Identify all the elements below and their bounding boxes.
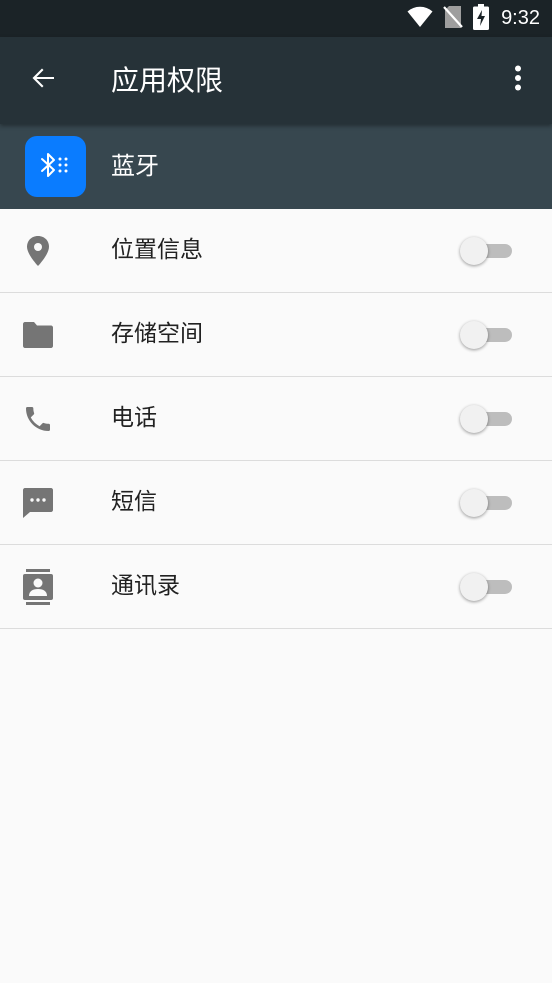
- permission-label: 位置信息: [111, 237, 203, 263]
- phone-toggle[interactable]: [460, 405, 512, 433]
- permission-label: 存储空间: [111, 321, 203, 347]
- sms-toggle[interactable]: [460, 489, 512, 517]
- page-title: 应用权限: [111, 64, 224, 97]
- more-vert-icon: [514, 65, 522, 95]
- permission-label: 通讯录: [111, 573, 180, 599]
- bluetooth-icon: [38, 150, 74, 184]
- permission-row-location[interactable]: 位置信息: [0, 209, 552, 293]
- location-toggle[interactable]: [460, 237, 512, 265]
- storage-toggle[interactable]: [460, 321, 512, 349]
- permission-label: 短信: [111, 489, 157, 515]
- toggle-thumb: [460, 489, 488, 517]
- contacts-toggle[interactable]: [460, 573, 512, 601]
- toggle-thumb: [460, 405, 488, 433]
- wifi-icon: [407, 6, 433, 32]
- phone-icon: [20, 401, 56, 437]
- status-icons: 9:32: [407, 0, 540, 37]
- permission-row-sms[interactable]: 短信: [0, 461, 552, 545]
- status-time: 9:32: [501, 7, 540, 29]
- message-icon: [20, 485, 56, 521]
- permission-row-contacts[interactable]: 通讯录: [0, 545, 552, 629]
- permission-row-storage[interactable]: 存储空间: [0, 293, 552, 377]
- no-sim-icon: [443, 5, 463, 33]
- contacts-icon: [20, 569, 56, 605]
- app-name: 蓝牙: [111, 152, 159, 180]
- toggle-thumb: [460, 573, 488, 601]
- app-icon: [25, 136, 86, 197]
- more-options-button[interactable]: [500, 57, 536, 103]
- toggle-thumb: [460, 237, 488, 265]
- app-header: 蓝牙: [0, 124, 552, 209]
- permission-list: 位置信息 存储空间 电话 短信 通讯录: [0, 209, 552, 629]
- toggle-thumb: [460, 321, 488, 349]
- permission-row-phone[interactable]: 电话: [0, 377, 552, 461]
- arrow-back-icon: [30, 65, 56, 95]
- back-button[interactable]: [20, 57, 66, 103]
- folder-icon: [20, 317, 56, 353]
- permission-label: 电话: [111, 405, 157, 431]
- status-bar: 9:32: [0, 0, 552, 37]
- battery-charging-icon: [473, 3, 490, 34]
- location-icon: [20, 233, 56, 269]
- app-bar: 应用权限: [0, 37, 552, 124]
